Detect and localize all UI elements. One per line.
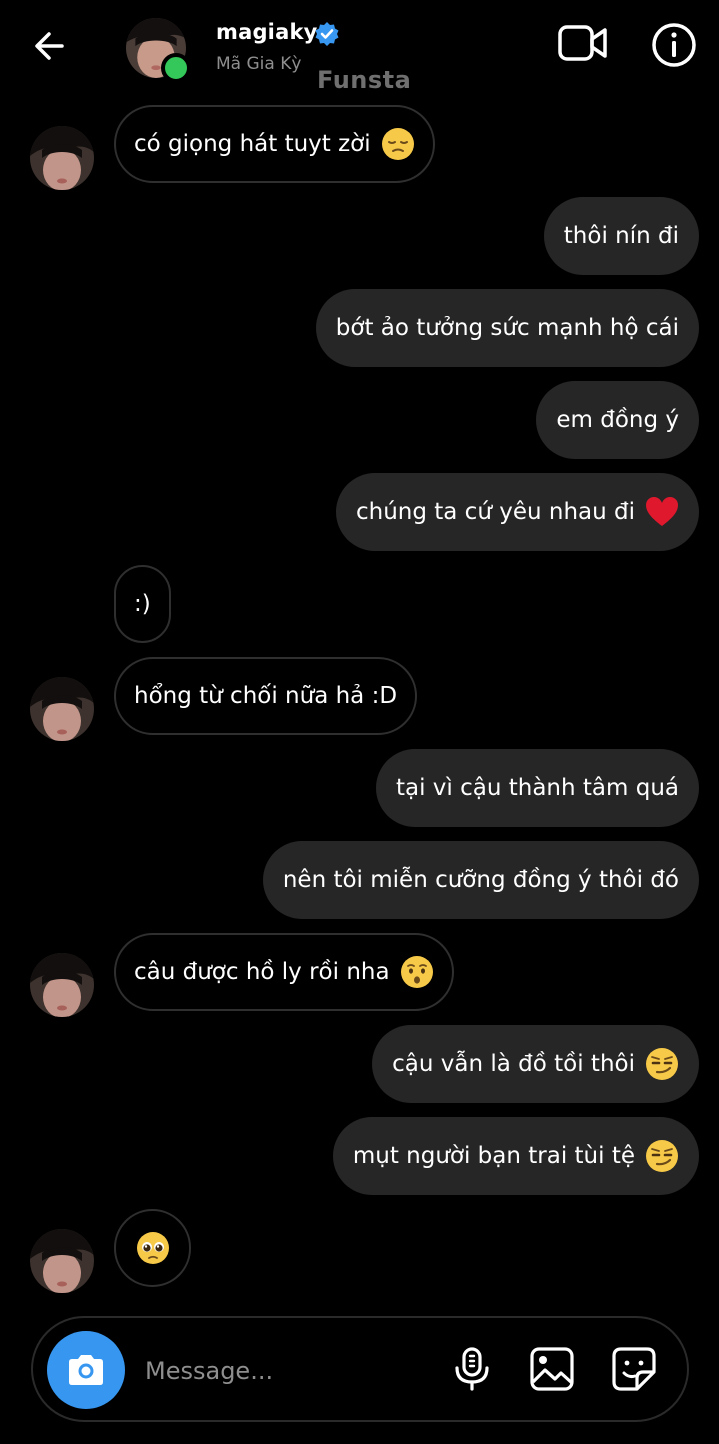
smirking-face-emoji-icon — [646, 1140, 678, 1172]
watermark-label: Funsta — [317, 66, 412, 94]
outgoing-message[interactable]: nên tôi miễn cưỡng đồng ý thôi đó — [262, 841, 699, 919]
sticker-icon[interactable] — [611, 1346, 657, 1392]
message-text: cậu vẫn là đồ tồi thôi — [392, 1051, 635, 1077]
outgoing-message[interactable]: tại vì cậu thành tâm quá — [375, 749, 699, 827]
verified-badge-icon — [315, 22, 339, 46]
video-call-icon[interactable] — [557, 22, 609, 66]
pensive-face-emoji-icon — [381, 128, 414, 160]
info-icon[interactable] — [651, 22, 697, 68]
outgoing-message[interactable]: chúng ta cứ yêu nhau đi — [335, 473, 699, 551]
message-text: câu được hồ ly rồi nha — [134, 959, 390, 985]
incoming-message[interactable]: hổng từ chối nữa hả :D — [114, 657, 418, 735]
sender-avatar[interactable] — [30, 677, 94, 741]
outgoing-message[interactable]: em đồng ý — [536, 381, 699, 459]
message-text: thôi nín đi — [563, 223, 679, 249]
incoming-message[interactable]: có giọng hát tuyt zời — [114, 105, 435, 183]
outgoing-message[interactable]: cậu vẫn là đồ tồi thôi — [372, 1025, 699, 1103]
message-composer — [31, 1316, 689, 1422]
message-text: :) — [134, 591, 151, 617]
message-text: hổng từ chối nữa hả :D — [134, 683, 398, 709]
outgoing-message[interactable]: mụt người bạn trai tùi tệ — [332, 1117, 699, 1195]
pleading-face-emoji-icon — [136, 1232, 169, 1264]
message-text: bớt ảo tưởng sức mạnh hộ cái — [335, 315, 679, 341]
smirking-face-emoji-icon — [646, 1048, 678, 1080]
message-text: có giọng hát tuyt zời — [134, 131, 371, 157]
sender-avatar[interactable] — [30, 1229, 94, 1293]
sender-avatar[interactable] — [30, 953, 94, 1017]
outgoing-message[interactable]: bớt ảo tưởng sức mạnh hộ cái — [315, 289, 699, 367]
message-input[interactable] — [143, 1346, 427, 1396]
kissing-face-emoji-icon — [400, 956, 433, 988]
camera-icon — [69, 1355, 103, 1385]
incoming-message[interactable]: :) — [114, 565, 171, 643]
message-text: em đồng ý — [556, 407, 679, 433]
chat-header: magiaky Mã Gia Kỳ Funsta — [0, 0, 719, 100]
incoming-message[interactable] — [114, 1209, 191, 1287]
gallery-icon[interactable] — [529, 1346, 575, 1392]
contact-username[interactable]: magiaky — [216, 20, 318, 44]
message-text: chúng ta cứ yêu nhau đi — [355, 499, 635, 525]
contact-full-name: Mã Gia Kỳ — [216, 54, 302, 74]
outgoing-message[interactable]: thôi nín đi — [543, 197, 699, 275]
message-text: mụt người bạn trai tùi tệ — [352, 1143, 635, 1169]
message-text: nên tôi miễn cưỡng đồng ý thôi đó — [282, 867, 679, 893]
red-heart-emoji-icon — [646, 497, 678, 526]
camera-button[interactable] — [47, 1331, 125, 1409]
sender-avatar[interactable] — [30, 126, 94, 190]
message-text: tại vì cậu thành tâm quá — [395, 775, 679, 801]
online-status-dot — [161, 53, 191, 83]
incoming-message[interactable]: câu được hồ ly rồi nha — [114, 933, 454, 1011]
microphone-icon[interactable] — [449, 1346, 495, 1392]
back-arrow-icon[interactable] — [28, 24, 72, 68]
